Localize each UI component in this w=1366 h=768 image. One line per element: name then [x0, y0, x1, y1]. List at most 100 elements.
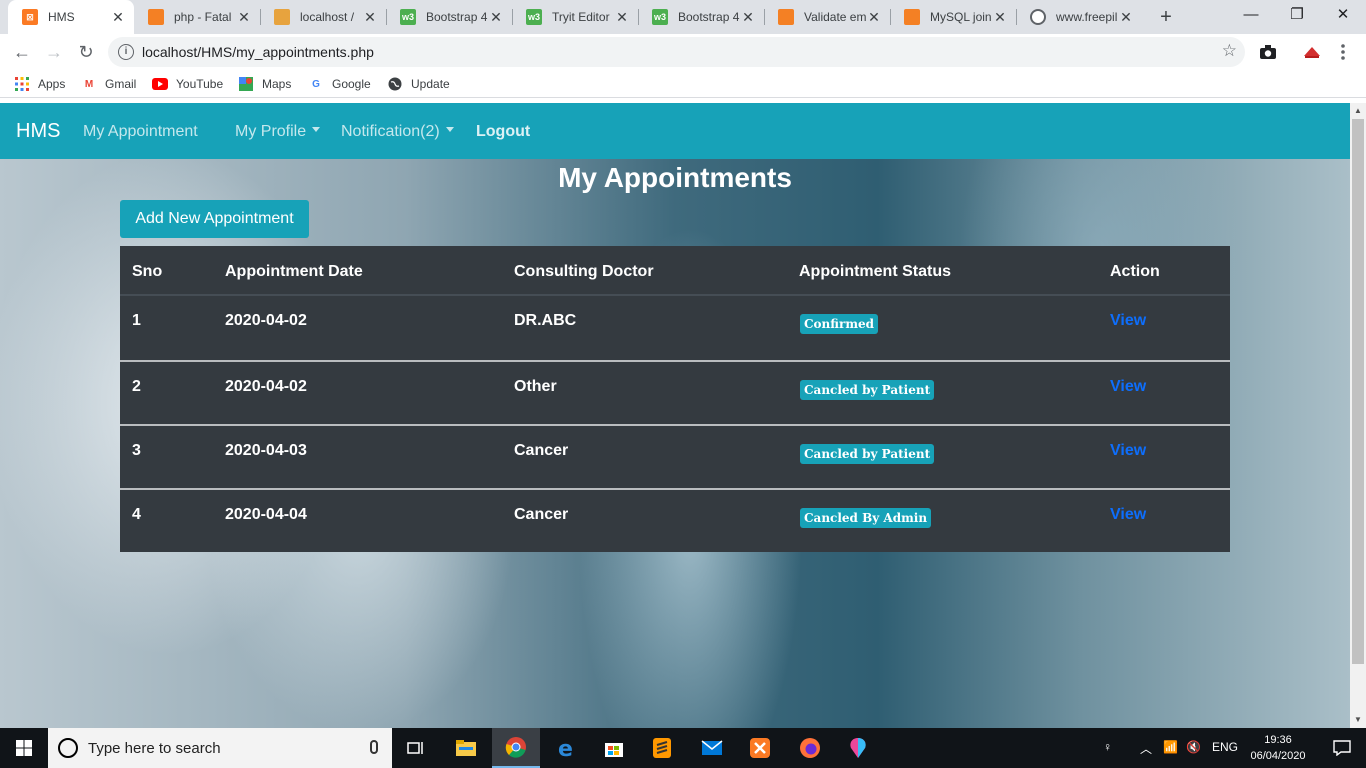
back-icon[interactable]: ← [10, 40, 34, 64]
appointments-table: Sno Appointment Date Consulting Doctor A… [120, 246, 1230, 552]
minimize-icon[interactable]: — [1228, 0, 1274, 32]
cortana-icon [58, 738, 78, 758]
close-tab-icon[interactable]: ✕ [236, 9, 252, 26]
nav-notification-dropdown[interactable]: Notification(2) [341, 123, 454, 141]
microphone-icon[interactable] [370, 740, 378, 754]
forward-icon[interactable]: → [42, 40, 66, 64]
status-badge: Confirmed [800, 314, 879, 334]
volume-muted-icon[interactable]: 🔇 [1186, 740, 1201, 754]
globe-icon [387, 76, 403, 92]
browser-tab[interactable]: w3 Tryit Editor ✕ [512, 0, 638, 34]
w3schools-icon: w3 [652, 9, 668, 25]
language-indicator[interactable]: ENG [1212, 740, 1238, 754]
file-explorer-icon[interactable] [442, 728, 490, 768]
show-hidden-icons[interactable]: ︿ [1140, 740, 1152, 757]
new-tab-icon[interactable]: + [1155, 6, 1177, 28]
brand-logo[interactable]: HMS [16, 120, 60, 143]
close-tab-icon[interactable]: ✕ [362, 9, 378, 26]
youtube-icon [152, 76, 168, 92]
bookmark-update[interactable]: Update [387, 76, 450, 92]
task-view-icon[interactable] [392, 728, 440, 768]
doctor-cell: Other [514, 378, 557, 395]
bookmark-gmail[interactable]: M Gmail [81, 76, 137, 92]
scroll-up-icon[interactable]: ▲ [1350, 103, 1366, 119]
close-tab-icon[interactable]: ✕ [1118, 9, 1134, 26]
action-center-icon[interactable] [1318, 728, 1366, 768]
close-window-icon[interactable]: ✕ [1320, 0, 1366, 32]
chrome-icon[interactable] [492, 728, 540, 768]
people-icon[interactable]: ♀ [1103, 740, 1112, 754]
menu-icon[interactable] [1340, 42, 1346, 62]
close-tab-icon[interactable]: ✕ [488, 9, 504, 26]
scroll-down-icon[interactable]: ▼ [1350, 712, 1366, 728]
close-tab-icon[interactable]: ✕ [866, 9, 882, 26]
w3schools-icon: w3 [526, 9, 542, 25]
column-header: Sno [132, 263, 163, 280]
browser-toolbar: ← → ↻ i localhost/HMS/my_appointments.ph… [0, 34, 1366, 70]
browser-tab[interactable]: w3 Bootstrap 4 ✕ [386, 0, 512, 34]
xampp-icon[interactable] [736, 728, 784, 768]
bookmark-google[interactable]: G Google [308, 76, 371, 92]
nav-my-appointment[interactable]: My Appointment [83, 123, 198, 141]
clock-date: 06/04/2020 [1250, 750, 1306, 762]
search-placeholder: Type here to search [88, 740, 221, 757]
close-tab-icon[interactable]: ✕ [740, 9, 756, 26]
bookmark-apps[interactable]: Apps [14, 76, 65, 92]
extension-icon[interactable] [1302, 42, 1322, 62]
camera-icon[interactable] [1258, 42, 1278, 62]
address-bar[interactable]: i localhost/HMS/my_appointments.php ☆ [108, 37, 1245, 67]
sno-cell: 1 [132, 312, 141, 329]
close-tab-icon[interactable]: ✕ [110, 9, 126, 26]
browser-tab[interactable]: ⊠ HMS ✕ [8, 0, 134, 34]
bookmark-maps[interactable]: Maps [238, 76, 291, 92]
browser-tab[interactable]: www.freepil ✕ [1016, 0, 1142, 34]
gmail-icon: M [84, 78, 94, 90]
network-icon[interactable]: 📶 [1163, 740, 1178, 754]
stackoverflow-icon [904, 9, 920, 25]
scrollbar-thumb[interactable] [1352, 119, 1364, 664]
nav-logout[interactable]: Logout [476, 123, 530, 141]
firefox-icon[interactable] [786, 728, 834, 768]
windows-start-icon[interactable] [0, 728, 48, 768]
view-link[interactable]: View [1110, 506, 1146, 524]
taskbar-clock[interactable]: 19:36 06/04/2020 [1246, 732, 1310, 764]
browser-tab[interactable]: php - Fatal ✕ [134, 0, 260, 34]
sublime-text-icon[interactable] [638, 728, 686, 768]
date-cell: 2020-04-04 [225, 506, 307, 523]
svg-text:e: e [558, 737, 573, 759]
view-link[interactable]: View [1110, 378, 1146, 396]
status-badge: Cancled by Patient [800, 444, 935, 464]
reload-icon[interactable]: ↻ [74, 40, 98, 64]
close-tab-icon[interactable]: ✕ [614, 9, 630, 26]
xampp-icon: ⊠ [22, 9, 38, 25]
site-info-icon[interactable]: i [118, 44, 134, 60]
bookmark-youtube[interactable]: YouTube [152, 76, 223, 92]
status-badge: Cancled By Admin [800, 508, 932, 528]
close-tab-icon[interactable]: ✕ [992, 9, 1008, 26]
page-scrollbar[interactable]: ▲ ▼ [1350, 103, 1366, 728]
column-header: Appointment Date [225, 263, 363, 280]
restore-icon[interactable]: ❐ [1274, 0, 1320, 32]
bookmarks-bar: Apps M Gmail YouTube Maps G Google Updat… [0, 70, 1366, 98]
date-cell: 2020-04-02 [225, 378, 307, 395]
edge-icon[interactable]: e [542, 728, 590, 768]
page-title: My Appointments [558, 162, 792, 193]
store-icon[interactable] [590, 728, 638, 768]
view-link[interactable]: View [1110, 312, 1146, 330]
taskbar-search-box[interactable]: Type here to search [48, 728, 392, 768]
browser-tab[interactable]: MySQL join ✕ [890, 0, 1016, 34]
browser-tab[interactable]: w3 Bootstrap 4 ✕ [638, 0, 764, 34]
browser-tab[interactable]: localhost / ✕ [260, 0, 386, 34]
table-row: 3 2020-04-03 Cancer Cancled by Patient V… [120, 424, 1230, 488]
add-new-appointment-button[interactable]: Add New Appointment [120, 200, 309, 238]
bookmark-star-icon[interactable]: ☆ [1222, 41, 1237, 61]
windows-taskbar: Type here to search e ♀ ︿ 📶 🔇 ENG 19:36 … [0, 728, 1366, 768]
globe-icon [1030, 9, 1046, 25]
nav-my-profile-dropdown[interactable]: My Profile [235, 123, 321, 141]
paint3d-icon[interactable] [834, 728, 882, 768]
mail-icon[interactable] [688, 728, 736, 768]
url-text[interactable]: localhost/HMS/my_appointments.php [142, 44, 374, 60]
doctor-cell: Cancer [514, 442, 569, 459]
view-link[interactable]: View [1110, 442, 1146, 460]
browser-tab[interactable]: Validate em ✕ [764, 0, 890, 34]
